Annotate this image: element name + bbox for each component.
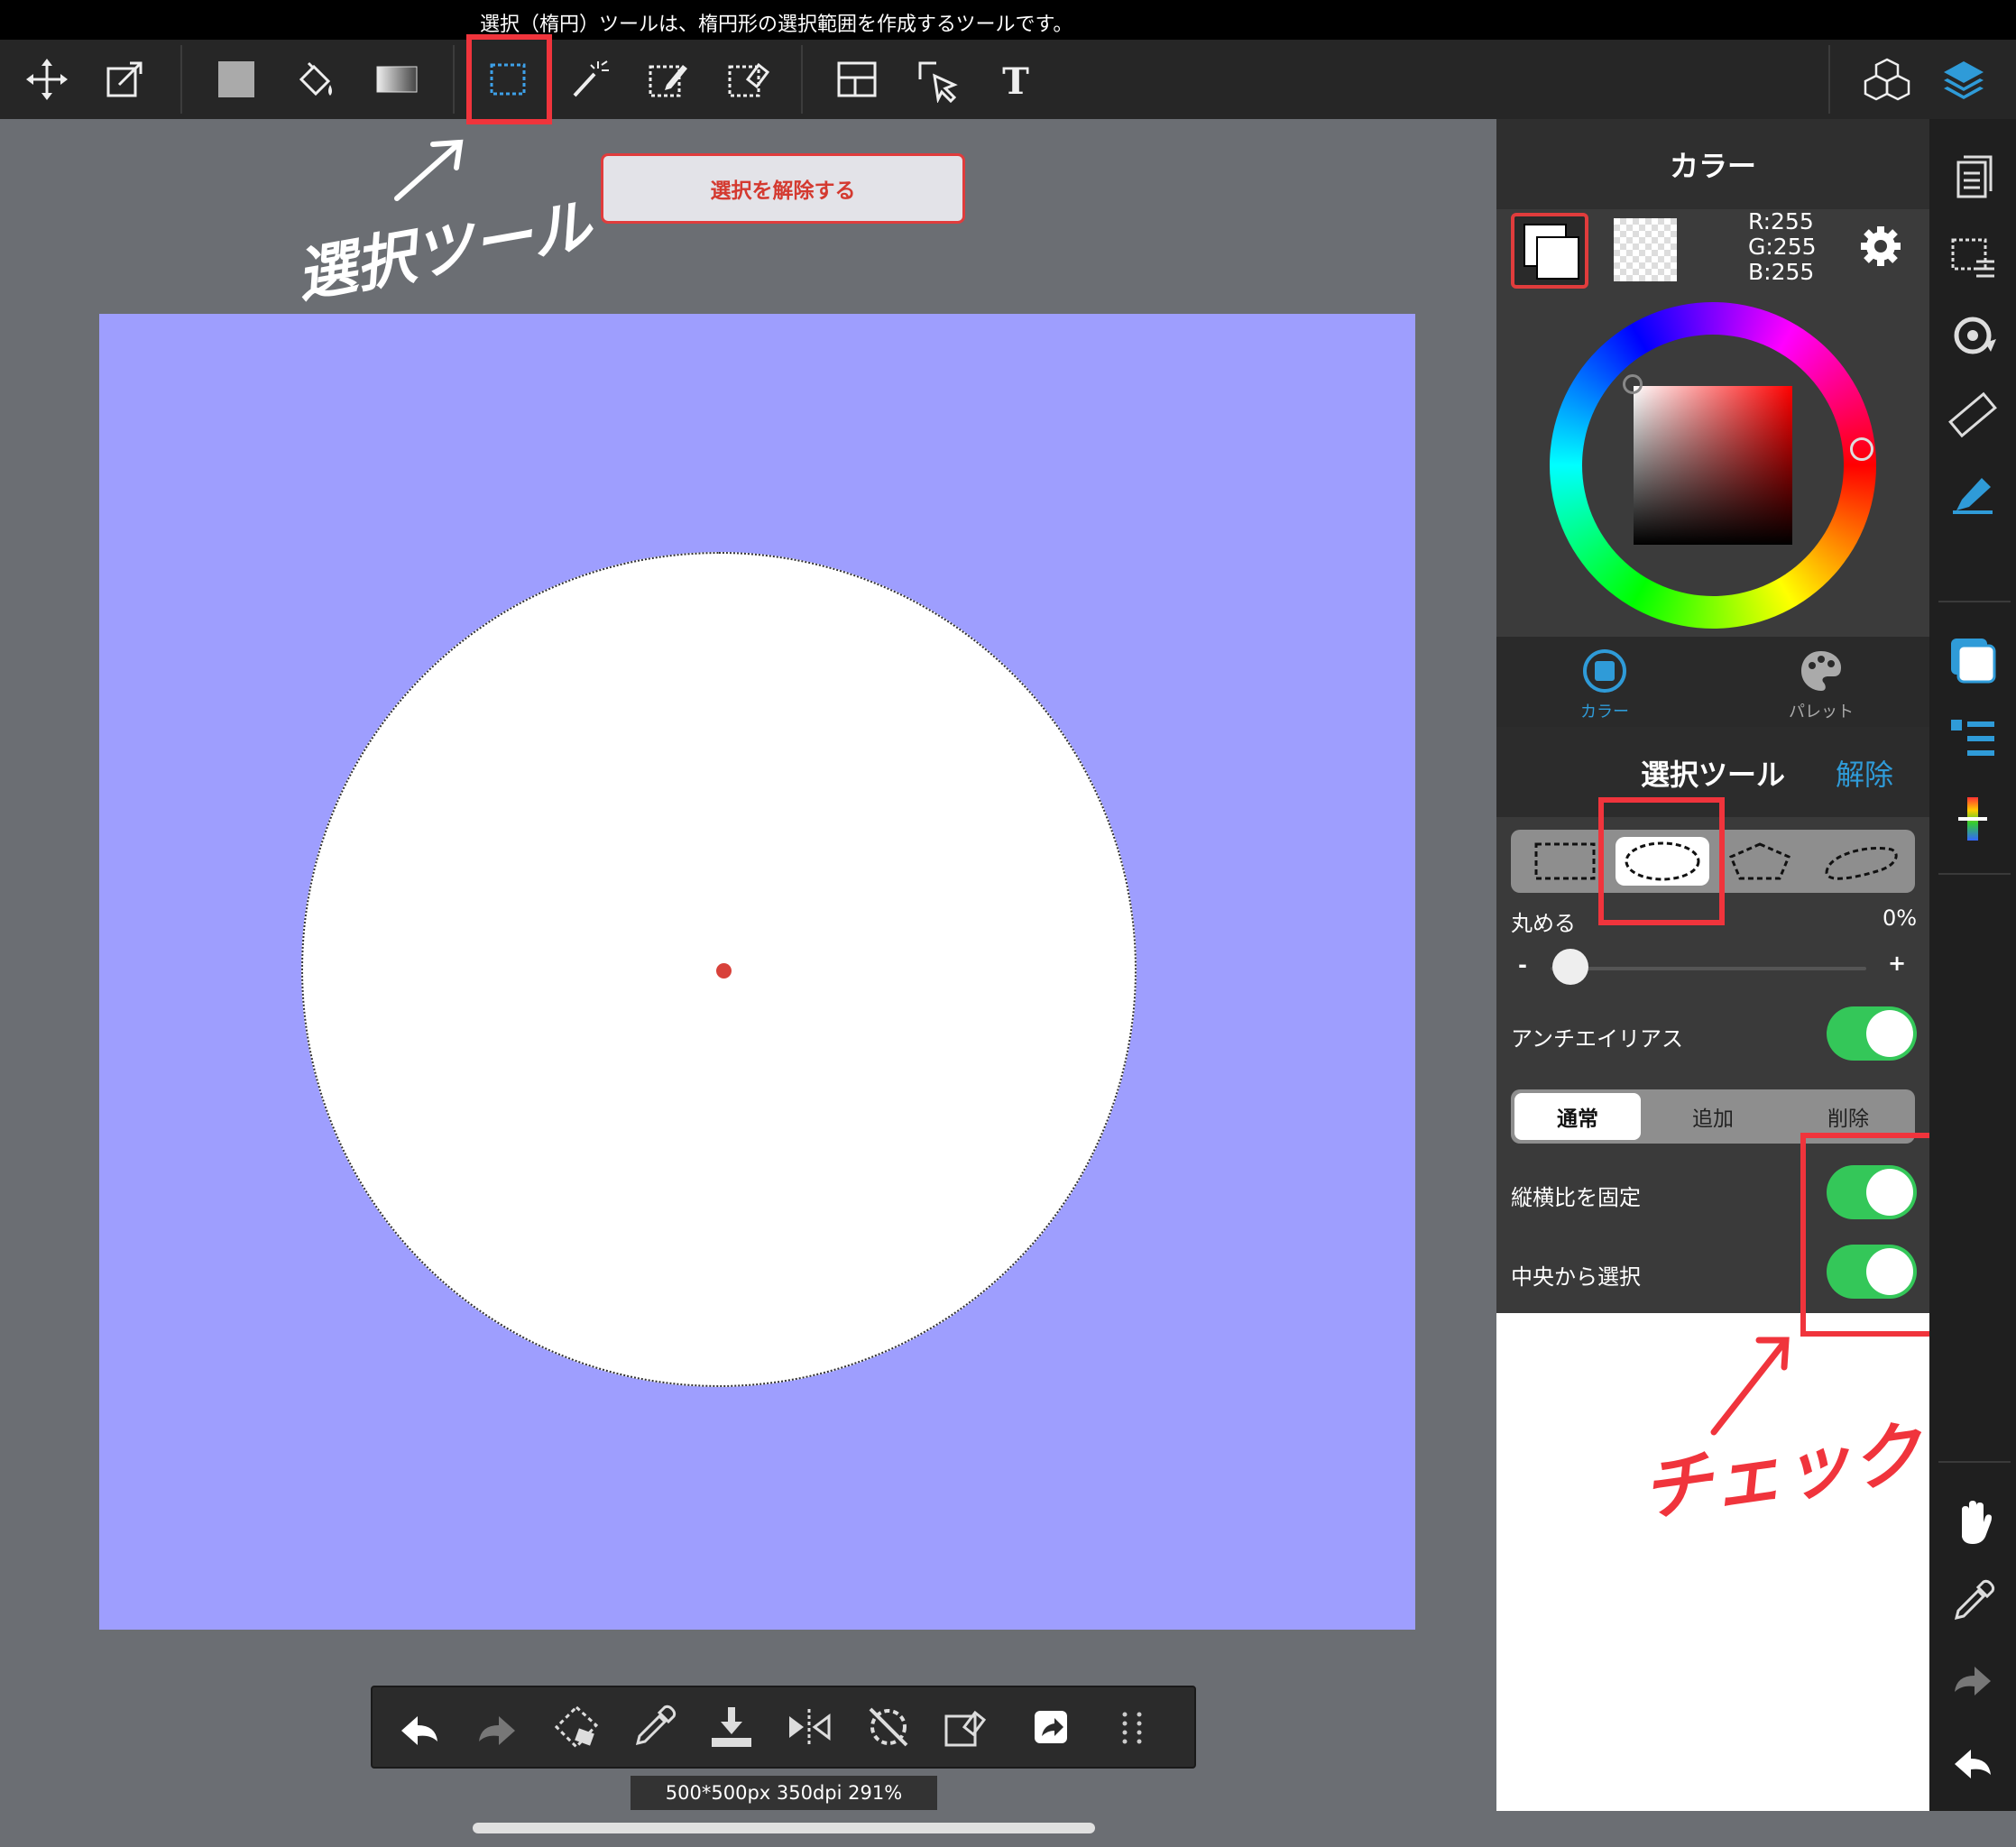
rgb-b: B:255 xyxy=(1748,259,1815,285)
flip-icon[interactable] xyxy=(780,1698,838,1756)
round-minus[interactable]: - xyxy=(1518,952,1527,978)
transform-icon[interactable] xyxy=(96,51,153,108)
ruler-icon[interactable] xyxy=(1944,386,2002,444)
redo-icon[interactable] xyxy=(468,1698,526,1756)
layers-icon[interactable] xyxy=(1935,51,1993,108)
canvas-status: 500*500px 350dpi 291% xyxy=(631,1776,937,1810)
gear-icon[interactable] xyxy=(1857,223,1904,270)
hue-wheel[interactable] xyxy=(1550,302,1876,629)
home-indicator[interactable] xyxy=(473,1823,1095,1833)
round-plus[interactable]: + xyxy=(1888,951,1906,976)
round-value: 0% xyxy=(1883,905,1918,931)
eyedropper-bottom-icon[interactable] xyxy=(625,1698,683,1756)
shape-rectangle[interactable] xyxy=(1520,837,1610,886)
gradient-icon[interactable] xyxy=(368,51,426,108)
text-icon[interactable]: T xyxy=(987,51,1045,108)
selection-center-dot xyxy=(716,963,732,979)
rgb-readout: R:255 G:255 B:255 xyxy=(1748,209,1817,285)
select-eraser-icon[interactable] xyxy=(719,51,777,108)
color-panel-icon[interactable] xyxy=(1944,631,2002,689)
rotate-reset-icon[interactable] xyxy=(860,1698,917,1756)
rgb-g: G:255 xyxy=(1748,234,1817,260)
tooltip-text: 選択（楕円）ツールは、楕円形の選択範囲を作成するツールです。 xyxy=(480,14,1073,36)
mode-normal[interactable]: 通常 xyxy=(1514,1093,1641,1140)
layer-list-icon[interactable] xyxy=(1944,711,2002,768)
frame-divide-icon[interactable] xyxy=(828,51,886,108)
clear-selection-icon[interactable] xyxy=(937,1698,995,1756)
main-color-swatch[interactable] xyxy=(1511,213,1588,289)
menu-dots-icon[interactable] xyxy=(1103,1698,1161,1756)
select-tool-highlight xyxy=(466,34,552,124)
main-toolbar: T xyxy=(0,40,2016,119)
right-rail xyxy=(1929,119,2016,1811)
sv-marker[interactable] xyxy=(1623,374,1643,394)
rgb-r: R:255 xyxy=(1748,208,1814,234)
color-tab-icon xyxy=(1583,649,1626,693)
shape-polygon[interactable] xyxy=(1715,837,1805,886)
move-icon[interactable] xyxy=(18,51,76,108)
eyedropper-icon[interactable] xyxy=(1944,1573,2002,1631)
tab-palette-label: パレット xyxy=(1789,703,1854,721)
undo-icon[interactable] xyxy=(391,1698,448,1756)
palette-icon xyxy=(1801,651,1841,691)
hand-icon[interactable] xyxy=(1944,1493,2002,1551)
transform-selection-icon[interactable] xyxy=(548,1698,605,1756)
saturation-square[interactable] xyxy=(1634,386,1792,545)
fill-rect-icon[interactable] xyxy=(207,51,265,108)
toggles-highlight xyxy=(1800,1133,1943,1337)
selection-layer-icon[interactable] xyxy=(1944,227,2002,285)
select-pen-icon[interactable] xyxy=(640,51,697,108)
tab-palette[interactable]: パレット xyxy=(1713,648,1929,722)
drawing-canvas[interactable] xyxy=(99,314,1415,1630)
from-center-label: 中央から選択 xyxy=(1511,1264,1641,1290)
tooltip-bar: 選択（楕円）ツールは、楕円形の選択範囲を作成するツールです。 xyxy=(0,0,2016,40)
share-icon[interactable] xyxy=(1022,1698,1080,1756)
shape-lasso[interactable] xyxy=(1814,837,1908,886)
import-icon[interactable] xyxy=(703,1698,760,1756)
operation-icon[interactable] xyxy=(909,51,967,108)
antialias-toggle[interactable] xyxy=(1827,1006,1917,1061)
hue-marker[interactable] xyxy=(1850,437,1873,461)
undo-rail-icon[interactable] xyxy=(1944,1732,2002,1789)
color-tabs: カラー パレット xyxy=(1496,637,1929,727)
tab-color[interactable]: カラー xyxy=(1496,648,1713,722)
fix-ratio-label: 縦横比を固定 xyxy=(1511,1185,1641,1210)
color-picker-area xyxy=(1496,209,1929,637)
redo-rail-icon[interactable] xyxy=(1944,1652,2002,1710)
round-slider-thumb[interactable] xyxy=(1552,949,1588,985)
round-slider-track[interactable] xyxy=(1551,967,1866,970)
page-icon[interactable] xyxy=(1944,148,2002,206)
sub-color-swatch[interactable] xyxy=(1614,218,1677,281)
magic-wand-icon[interactable] xyxy=(560,51,618,108)
brush-settings-icon[interactable] xyxy=(1944,465,2002,523)
clear-button[interactable]: 解除 xyxy=(1836,752,1893,794)
bottom-toolbar xyxy=(371,1686,1196,1769)
antialias-label: アンチエイリアス xyxy=(1511,1026,1684,1052)
tab-color-label: カラー xyxy=(1580,703,1629,721)
color-panel-title: カラー xyxy=(1496,119,1929,209)
mode-add[interactable]: 追加 xyxy=(1650,1093,1776,1140)
round-label: 丸める xyxy=(1511,911,1576,936)
rotate-view-icon[interactable] xyxy=(1944,307,2002,364)
deselect-button[interactable]: 選択を解除する xyxy=(601,153,965,224)
color-bar-icon[interactable] xyxy=(1944,790,2002,848)
bucket-icon[interactable] xyxy=(287,51,345,108)
svg-text:T: T xyxy=(1002,60,1029,103)
materials-icon[interactable] xyxy=(1858,51,1916,108)
ellipse-highlight xyxy=(1598,797,1725,925)
